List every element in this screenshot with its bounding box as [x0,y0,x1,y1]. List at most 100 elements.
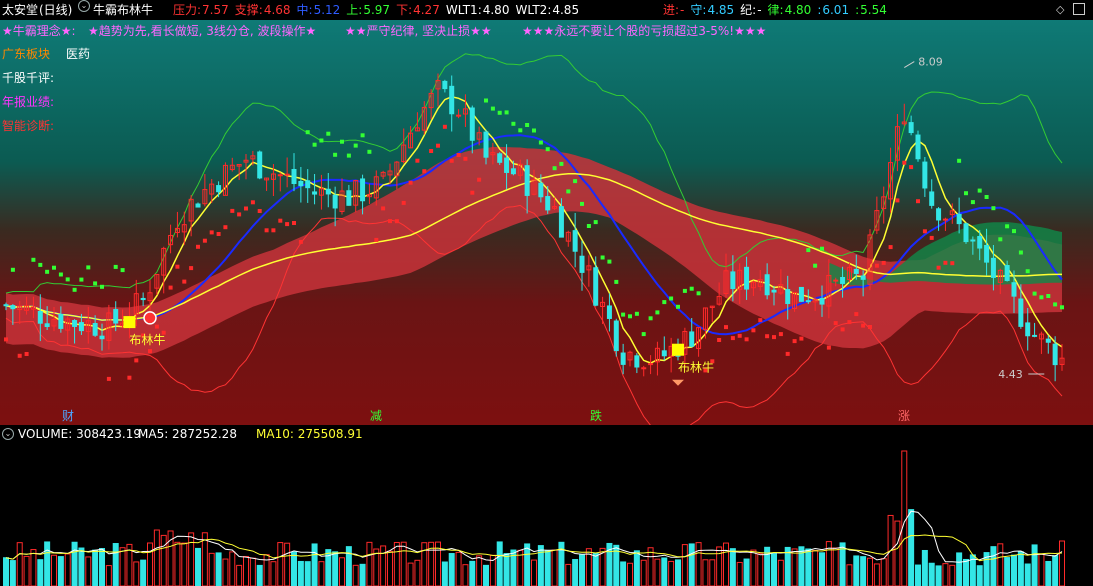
candle-body[interactable] [1011,282,1017,297]
sar-dot [477,177,482,182]
candle-body[interactable] [524,165,530,196]
candle-body[interactable] [298,180,304,187]
candle-body[interactable] [579,255,585,273]
candle-body[interactable] [730,271,736,290]
candle-body[interactable] [510,168,516,175]
candle-body[interactable] [1025,322,1031,337]
candle-body[interactable] [648,363,654,366]
candle-body[interactable] [497,153,503,163]
candle-body[interactable] [936,208,942,221]
volume-bar [819,552,825,586]
candle-body[interactable] [1018,298,1024,327]
candle-body[interactable] [963,223,969,243]
volume-bar [1017,551,1024,586]
volume-bar [3,557,9,586]
indicator-field-value: 7.57 [202,3,229,17]
candle-body[interactable] [216,185,222,193]
candle-body[interactable] [764,274,770,296]
sar-dot [305,130,310,135]
candle-body[interactable] [346,190,352,206]
candle-body[interactable] [929,191,935,206]
indicator-name[interactable]: 牛霸布林牛 [93,0,153,20]
candle-body[interactable] [606,305,612,319]
volume-bar [483,564,489,586]
candle-body[interactable] [853,268,859,274]
volume-bar [729,548,736,586]
candle-body[interactable] [833,279,839,282]
candle-body[interactable] [3,304,9,307]
candle-body[interactable] [798,286,804,302]
buy-signal-square[interactable] [123,316,136,329]
candle-body[interactable] [483,131,489,158]
candle-body[interactable] [613,320,619,352]
candle-body[interactable] [977,235,983,249]
candle-body[interactable] [1004,265,1010,281]
sar-dot [511,121,516,126]
candle-body[interactable] [634,355,640,368]
candle-body[interactable] [819,298,825,305]
candle-body[interactable] [545,196,551,211]
candle-body[interactable] [44,323,50,328]
candle-body[interactable] [1052,343,1058,366]
candle-body[interactable] [291,168,297,184]
candle-body[interactable] [990,257,996,278]
candle-body[interactable] [538,182,544,198]
candle-body[interactable] [661,350,667,357]
candle-body[interactable] [195,203,201,208]
candle-body[interactable] [10,305,16,310]
candle-body[interactable] [984,245,990,263]
candle-body[interactable] [442,80,448,90]
candle-body[interactable] [908,122,914,134]
volume-chart[interactable] [0,443,1093,586]
candle-body[interactable] [277,174,283,177]
candle-body[interactable] [922,161,928,189]
diamond-icon[interactable]: ◇ [1056,0,1064,20]
sar-dot [518,128,523,133]
candle-body[interactable] [860,275,866,280]
candle-body[interactable] [942,218,948,221]
sar-dot [154,324,159,329]
candle-body[interactable] [504,157,510,173]
candle-body[interactable] [140,297,146,301]
candle-body[interactable] [1045,338,1051,343]
candle-body[interactable] [915,134,921,160]
candle-body[interactable] [840,277,846,284]
candle-body[interactable] [558,206,564,238]
candle-body[interactable] [78,322,84,332]
candle-body[interactable] [325,188,331,195]
candle-body[interactable] [360,178,366,202]
candle-body[interactable] [641,367,647,370]
candle-body[interactable] [572,230,578,252]
candle-body[interactable] [620,352,626,365]
candle-body[interactable] [99,335,105,340]
candle-body[interactable] [305,180,311,189]
candle-body[interactable] [284,173,290,176]
candle-body[interactable] [593,267,599,306]
volume-header: ⌄ VOLUME: 308423.19 MA5: 287252.28 MA10:… [0,425,1093,443]
candle-body[interactable] [956,213,962,225]
candle-body[interactable] [58,314,64,329]
candle-body[interactable] [456,114,462,117]
candle-body[interactable] [257,151,263,179]
candle-body[interactable] [449,85,455,115]
candle-body[interactable] [92,323,98,336]
sar-dot [429,149,434,153]
candle-body[interactable] [689,331,695,347]
bottom-marker: 财 [62,409,74,423]
volume-bar [448,553,455,586]
candle-body[interactable] [785,289,791,305]
candle-body[interactable] [37,311,43,324]
candle-body[interactable] [744,266,750,290]
candle-body[interactable] [312,191,318,195]
candle-body[interactable] [805,300,811,303]
candle-body[interactable] [1032,334,1038,337]
candle-body[interactable] [72,320,78,327]
candle-body[interactable] [469,107,475,141]
buy-signal-square[interactable] [672,343,684,356]
candle-body[interactable] [332,194,338,209]
plus-signal-icon[interactable] [143,311,157,325]
candle-body[interactable] [970,239,976,242]
main-chart[interactable]: ★牛霸理念★: ★趋势为先,看长做短, 3线分仓, 波段操作★ ★★严守纪律, 坚决… [0,20,1093,425]
candle-body[interactable] [113,309,119,324]
candle-body[interactable] [771,289,777,293]
